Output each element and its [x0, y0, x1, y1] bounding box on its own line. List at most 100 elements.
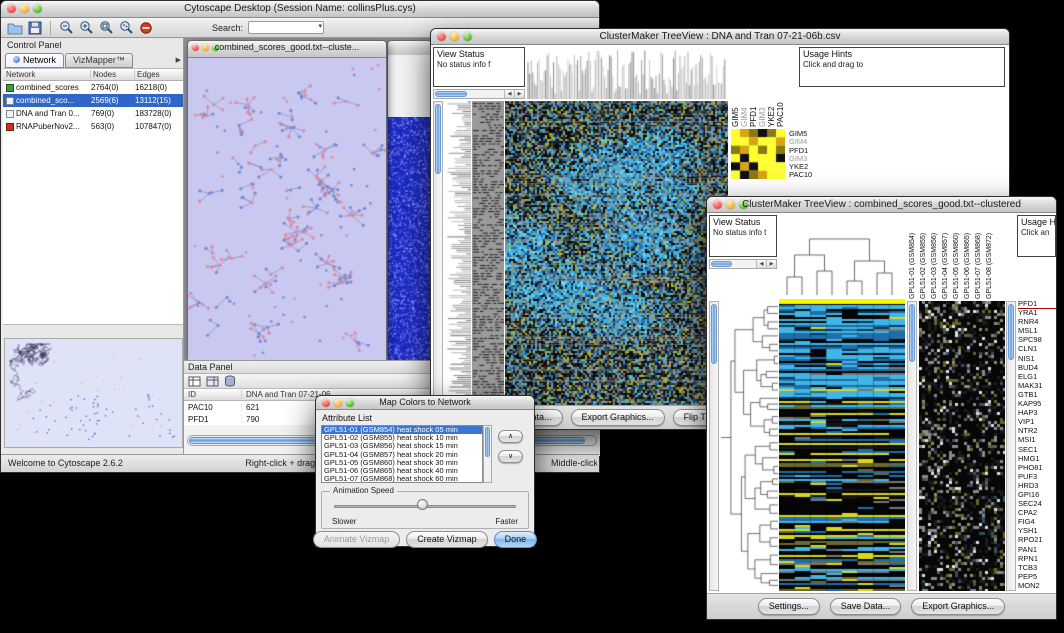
header-id[interactable]: ID	[184, 390, 242, 399]
minimize-button[interactable]	[202, 44, 209, 51]
attribute-list-item[interactable]: GPL51-01 (GSM854) heat shock 05 min	[322, 426, 482, 434]
attribute-list-item[interactable]: GPL51-03 (GSM856) heat shock 15 min	[322, 442, 482, 450]
search-input[interactable]: ▾	[248, 21, 324, 34]
tab-network[interactable]: Network	[5, 53, 64, 68]
button-create-vizmap[interactable]: Create Vizmap	[406, 531, 487, 548]
gene-label[interactable]: MSL1	[1018, 326, 1056, 335]
main-titlebar[interactable]: Cytoscape Desktop (Session Name: collins…	[1, 1, 599, 18]
close-button[interactable]	[713, 200, 722, 209]
attribute-create-icon[interactable]	[206, 373, 219, 389]
gene-label[interactable]: MSI1	[1018, 435, 1056, 444]
header-edges[interactable]: Edges	[135, 70, 183, 79]
button-settings[interactable]: Settings...	[758, 598, 820, 615]
zoom-out-icon[interactable]	[59, 20, 74, 36]
close-button[interactable]	[322, 399, 330, 407]
gene-label[interactable]: YRA1	[1018, 308, 1056, 317]
attribute-list-scrollbar[interactable]	[483, 425, 492, 483]
tv2-heatmap-canvas[interactable]	[779, 299, 905, 591]
dialog-titlebar[interactable]: Map Colors to Network	[316, 396, 534, 410]
tv1-vscrollbar[interactable]	[433, 101, 443, 407]
tv1-titlebar[interactable]: ClusterMaker TreeView : DNA and Tran 07-…	[431, 29, 1009, 45]
gene-label[interactable]: GTB1	[1018, 390, 1056, 399]
move-up-button[interactable]: ∧	[498, 430, 523, 443]
scroll-left-arrow-icon[interactable]: ◀	[504, 90, 514, 98]
scrollbar-thumb[interactable]	[1008, 304, 1014, 360]
tv2-left-vscrollbar[interactable]	[709, 301, 719, 591]
attribute-database-icon[interactable]	[224, 373, 236, 389]
gene-label[interactable]: TCB3	[1018, 563, 1056, 572]
gene-label[interactable]: MON2	[1018, 581, 1056, 590]
gene-label[interactable]: SEC24	[1018, 499, 1056, 508]
save-session-icon[interactable]	[28, 20, 42, 36]
gene-label[interactable]: HRD3	[1018, 481, 1056, 490]
scrollbar-thumb[interactable]	[711, 261, 732, 267]
attribute-list-item[interactable]: GPL51-07 (GSM868) heat shock 60 min	[322, 475, 482, 483]
button-save-data[interactable]: Save Data...	[830, 598, 902, 615]
gene-label[interactable]: HAP3	[1018, 408, 1056, 417]
gene-label[interactable]: PEP5	[1018, 572, 1056, 581]
network-view-window[interactable]: combined_scores_good.txt--cluste...	[187, 40, 387, 358]
network-overview-thumbnail[interactable]	[4, 338, 183, 448]
gene-label[interactable]: RPO21	[1018, 535, 1056, 544]
gene-label[interactable]: HMG1	[1018, 454, 1056, 463]
search-dropdown-arrow-icon[interactable]: ▾	[319, 22, 323, 30]
scrollbar-track[interactable]	[710, 260, 756, 268]
attribute-list-item[interactable]: GPL51-04 (GSM857) heat shock 20 min	[322, 451, 482, 459]
close-button[interactable]	[7, 4, 16, 13]
scroll-right-arrow-icon[interactable]: ▶	[766, 260, 776, 268]
network-view-titlebar[interactable]: combined_scores_good.txt--cluste...	[188, 41, 386, 58]
tv1-correlation-matrix-canvas[interactable]	[731, 129, 785, 179]
attribute-listbox[interactable]: GPL51-01 (GSM854) heat shock 05 minGPL51…	[321, 425, 483, 483]
scrollbar-thumb[interactable]	[711, 304, 717, 364]
gene-label[interactable]: MAK31	[1018, 381, 1056, 390]
gene-label[interactable]: YSH1	[1018, 526, 1056, 535]
close-button[interactable]	[437, 32, 446, 41]
tv2-right-vscrollbar[interactable]	[1006, 301, 1016, 591]
header-network[interactable]: Network	[3, 70, 91, 79]
tab-overflow-arrow-icon[interactable]: ▶	[176, 56, 181, 64]
gene-label[interactable]: CPA2	[1018, 508, 1056, 517]
gene-label[interactable]: SEC1	[1018, 445, 1056, 454]
attribute-select-icon[interactable]	[188, 373, 201, 389]
header-nodes[interactable]: Nodes	[91, 70, 135, 79]
overview-canvas[interactable]	[5, 339, 182, 445]
scrollbar-thumb[interactable]	[909, 304, 915, 362]
tv2-titlebar[interactable]: ClusterMaker TreeView : combined_scores_…	[707, 197, 1056, 213]
scrollbar-thumb[interactable]	[485, 427, 490, 457]
button-export-graphics[interactable]: Export Graphics...	[571, 409, 665, 426]
attribute-list-item[interactable]: GPL51-05 (GSM860) heat shock 30 min	[322, 459, 482, 467]
zoom-fit-icon[interactable]	[99, 20, 114, 36]
gene-label[interactable]: VIP1	[1018, 417, 1056, 426]
attribute-list-item[interactable]: GPL51-06 (GSM865) heat shock 40 min	[322, 467, 482, 475]
network-graph-canvas[interactable]	[188, 58, 386, 360]
tv1-heatmap-canvas[interactable]	[505, 101, 728, 407]
zoom-in-icon[interactable]	[79, 20, 94, 36]
button-export-graphics[interactable]: Export Graphics...	[911, 598, 1005, 615]
tv2-mini-hscrollbar[interactable]: ◀ ▶	[709, 259, 777, 269]
dense-network-canvas[interactable]	[388, 117, 432, 360]
network-list-row[interactable]: DNA and Tran 0...769(0)183728(0)	[3, 107, 183, 120]
gene-label[interactable]: ELG1	[1018, 372, 1056, 381]
background-network-window[interactable]	[387, 40, 432, 356]
destroy-network-icon[interactable]	[139, 20, 153, 36]
gene-label[interactable]: CLN1	[1018, 344, 1056, 353]
gene-label[interactable]: PAN1	[1018, 545, 1056, 554]
speed-slider-thumb[interactable]	[417, 499, 428, 510]
scroll-left-arrow-icon[interactable]: ◀	[756, 260, 766, 268]
tv2-top-dendrogram-canvas[interactable]	[779, 215, 905, 295]
gene-label[interactable]: PFD1	[1018, 299, 1056, 308]
tab-vizmapper[interactable]: VizMapper™	[65, 53, 133, 68]
gene-label[interactable]: NTR2	[1018, 426, 1056, 435]
attribute-list-item[interactable]: GPL51-02 (GSM855) heat shock 10 min	[322, 434, 482, 442]
tv1-mini-hscrollbar[interactable]: ◀ ▶	[433, 89, 525, 99]
gene-label[interactable]: GPI16	[1018, 490, 1056, 499]
network-list-row[interactable]: combined_scores2764(0)16218(0)	[3, 81, 183, 94]
gene-label[interactable]: PUF3	[1018, 472, 1056, 481]
gene-label[interactable]: RNR4	[1018, 317, 1056, 326]
scrollbar-thumb[interactable]	[435, 104, 441, 174]
gene-label[interactable]: BUD4	[1018, 363, 1056, 372]
zoom-selected-icon[interactable]	[119, 20, 134, 36]
gene-label[interactable]: RPN1	[1018, 554, 1056, 563]
open-folder-icon[interactable]	[7, 20, 23, 36]
gene-label[interactable]: FIG4	[1018, 517, 1056, 526]
